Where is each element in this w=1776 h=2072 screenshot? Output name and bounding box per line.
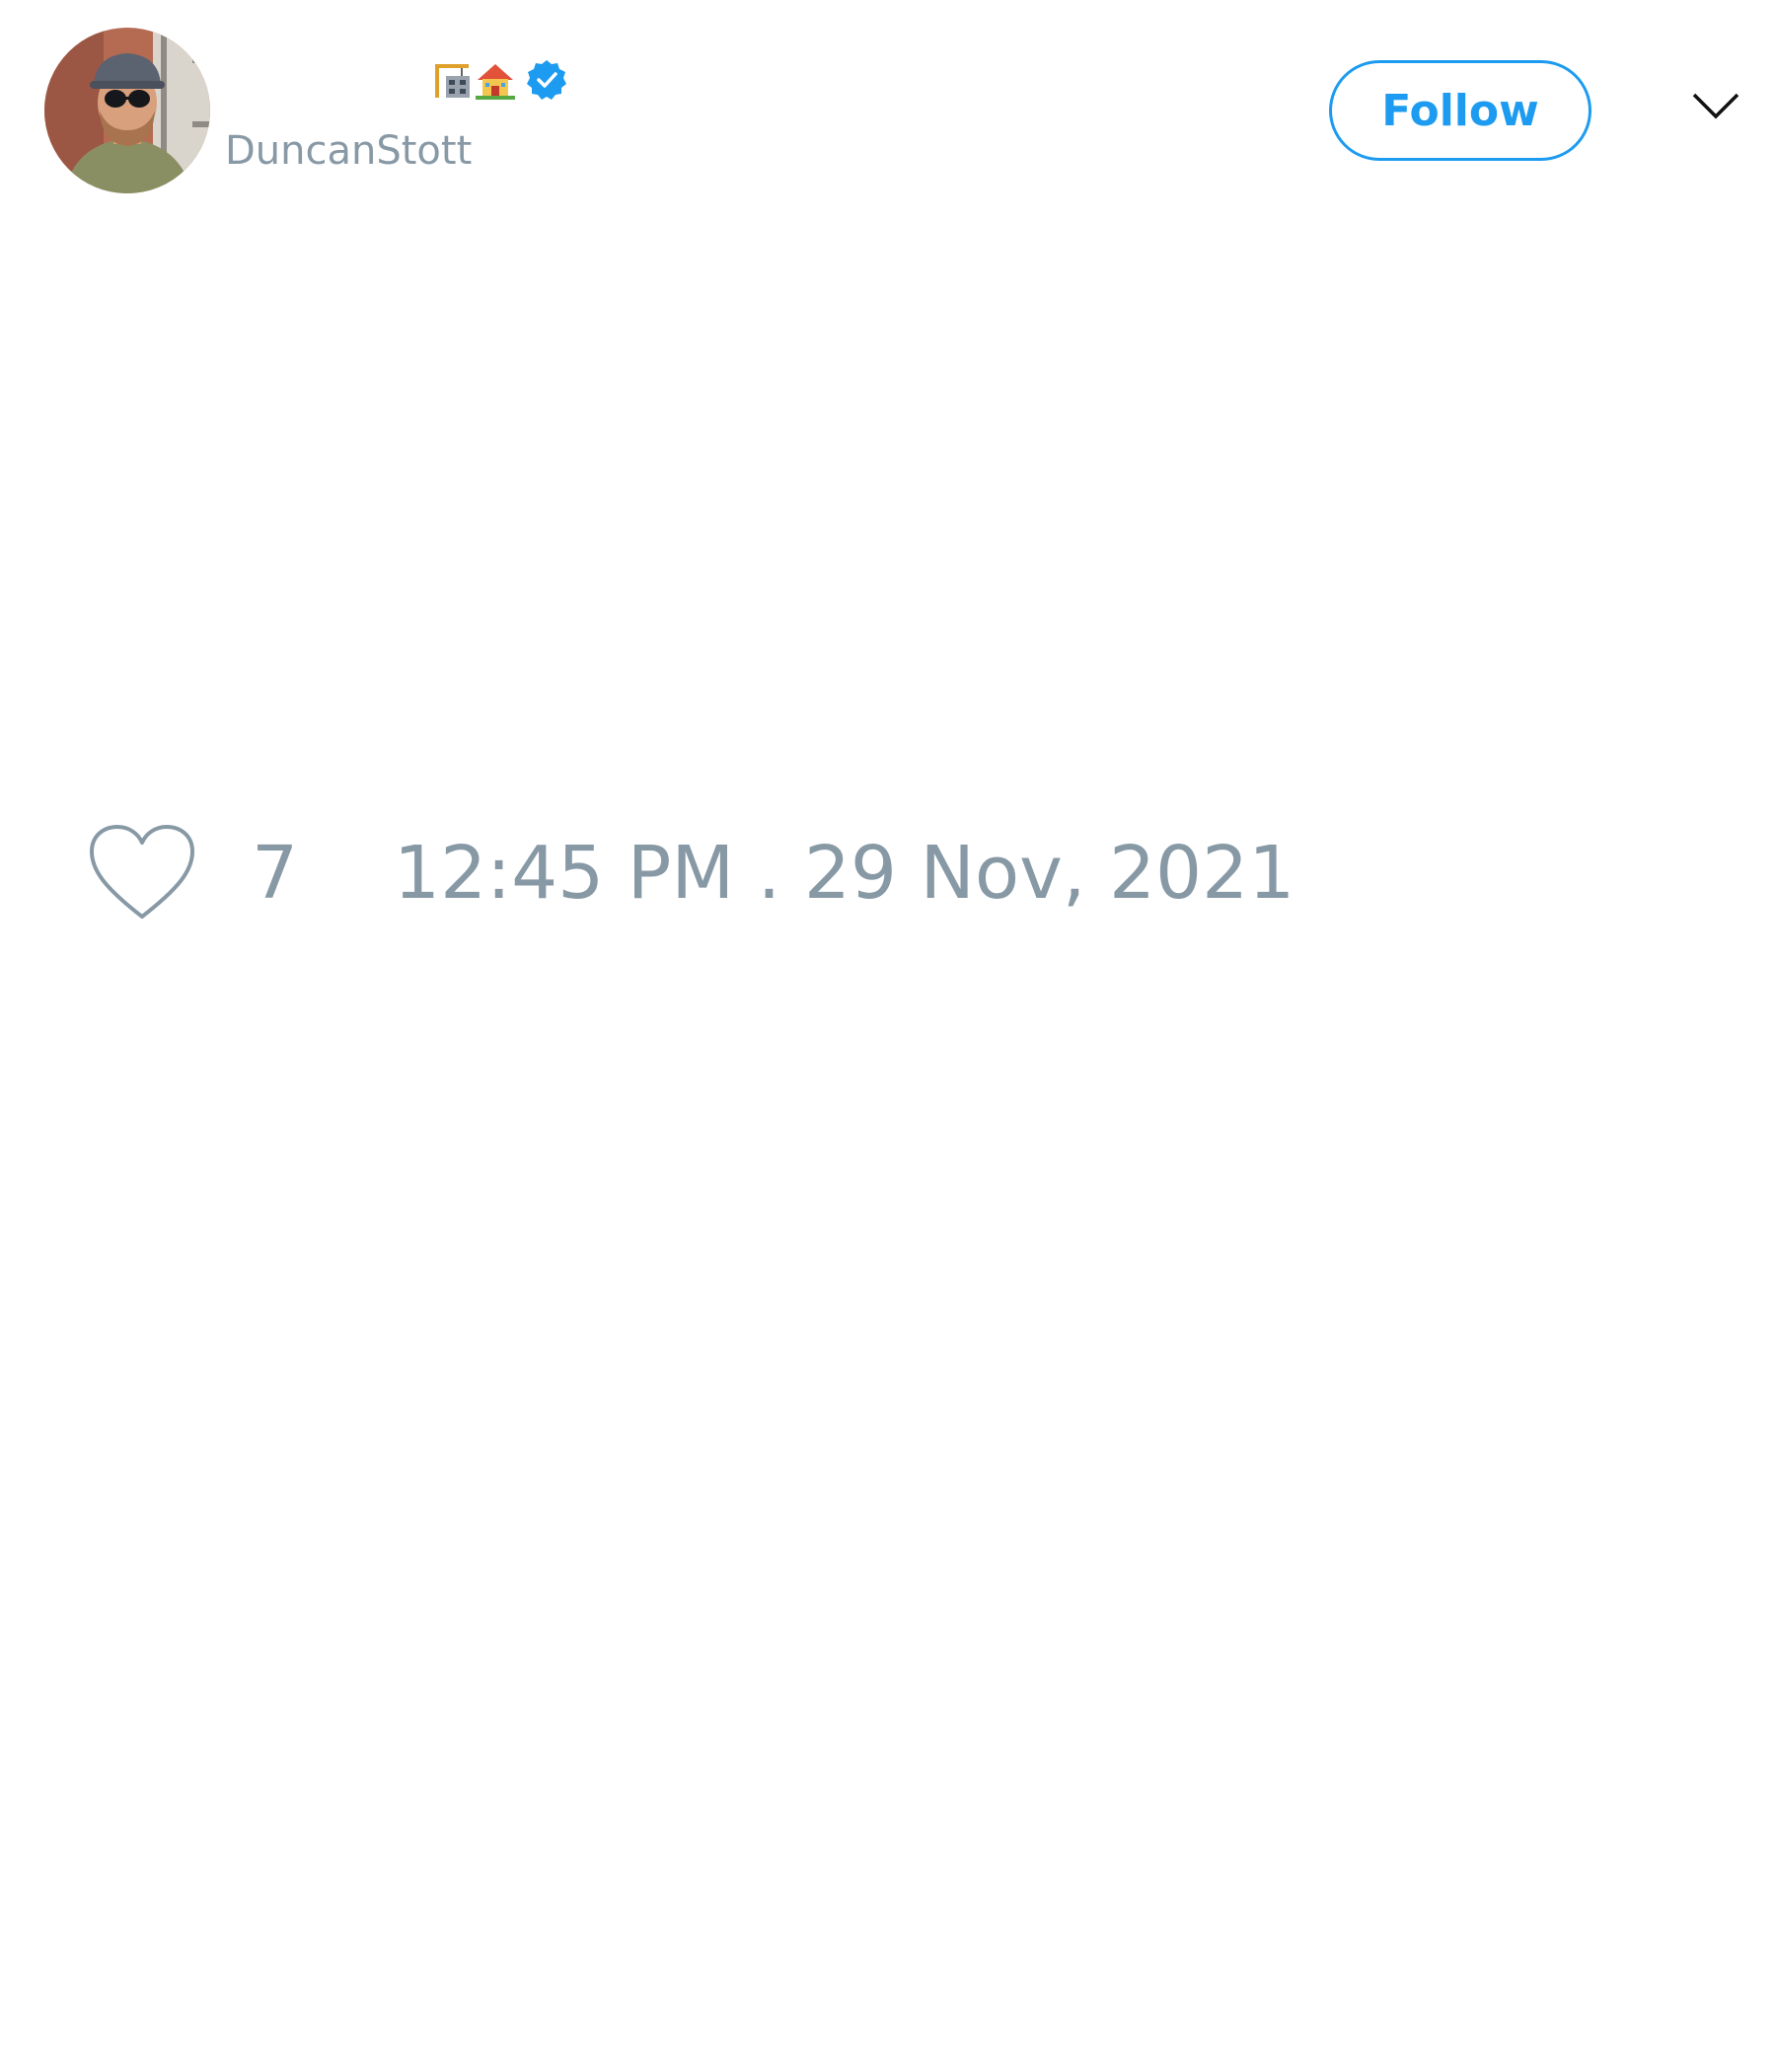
chevron-down-icon[interactable] [1692, 91, 1739, 120]
avatar[interactable] [44, 28, 210, 193]
follow-button[interactable]: Follow [1329, 60, 1591, 161]
house-emoji-icon [476, 64, 515, 100]
like-count: 7 [252, 831, 299, 916]
tweet-timestamp[interactable]: 12:45 PM . 29 Nov, 2021 [394, 819, 1295, 927]
author-handle[interactable]: DuncanStott [225, 126, 472, 176]
verified-badge-icon [527, 60, 566, 100]
construction-emoji-icon [435, 64, 470, 98]
avatar-photo [44, 28, 210, 193]
heart-icon[interactable] [89, 824, 195, 923]
display-name[interactable] [434, 55, 568, 105]
